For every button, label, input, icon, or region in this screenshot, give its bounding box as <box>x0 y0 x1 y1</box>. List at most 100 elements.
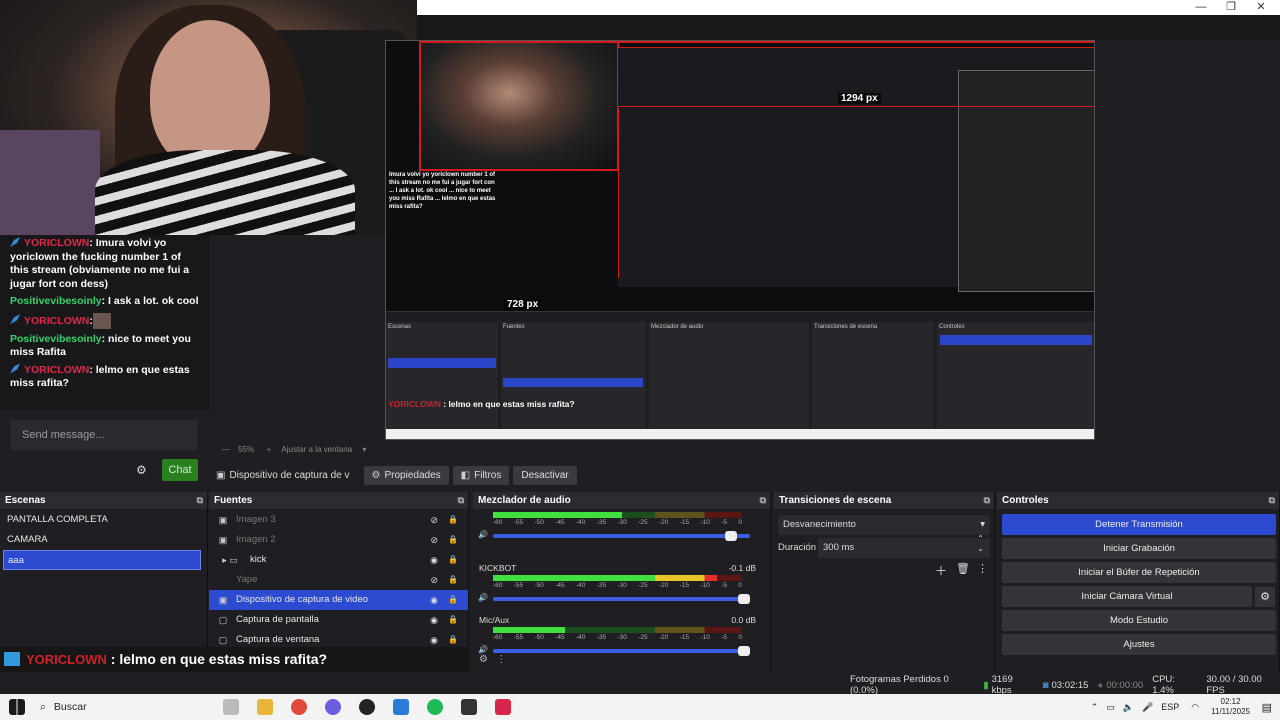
visibility-icon[interactable]: ◉ <box>430 590 438 610</box>
dock-float-icon[interactable]: ⧉ <box>458 492 464 509</box>
mixer-settings-icon[interactable]: ⚙ ⋮ <box>479 654 506 665</box>
control-button[interactable]: Iniciar Grabación <box>1002 538 1276 559</box>
source-item[interactable]: ▣ Dispositivo de captura de video ◉ 🔒 <box>209 590 468 610</box>
spotify-icon[interactable] <box>427 699 443 715</box>
clock-time: 02:12 <box>1220 697 1241 706</box>
close-button[interactable]: ✕ <box>1246 0 1276 15</box>
menu-strip <box>417 15 1280 40</box>
chat-username[interactable]: YORICLOWN <box>24 364 89 376</box>
meter-tick: -55 <box>513 634 524 641</box>
mic-icon[interactable]: 🎤 <box>1142 702 1153 713</box>
meter-tick: -50 <box>534 634 544 641</box>
clock[interactable]: 02:12 11/11/2025 <box>1211 697 1250 717</box>
chat-message-input[interactable]: Send message... <box>10 420 198 450</box>
volume-knob[interactable] <box>738 594 750 604</box>
zoom-out-icon[interactable]: — <box>222 445 230 454</box>
lock-icon[interactable]: 🔒 <box>448 570 458 590</box>
duration-input[interactable]: 300 ms ⌃ ⌄ <box>818 534 990 558</box>
minimize-button[interactable]: — <box>1186 0 1216 15</box>
control-button[interactable]: Iniciar Cámara Virtual <box>1002 586 1252 607</box>
source-item[interactable]: ▢ Captura de pantalla ◉ 🔒 <box>209 610 468 630</box>
dock-float-icon[interactable]: ⧉ <box>760 492 766 509</box>
control-button[interactable]: Detener Transmisión <box>1002 514 1276 535</box>
discord-icon[interactable] <box>325 699 341 715</box>
lock-icon[interactable]: 🔒 <box>448 510 458 530</box>
mixer-dock: Mezclador de audio ⧉ -60 -55 -50 -45 -40 -35 -3… <box>473 492 771 672</box>
chat-send-button[interactable]: Chat <box>162 459 198 481</box>
dock-float-icon[interactable]: ⧉ <box>1269 492 1275 509</box>
scene-item[interactable]: aaa <box>3 550 201 570</box>
visibility-icon[interactable]: ◉ <box>430 610 438 630</box>
chat-username[interactable]: YORICLOWN <box>24 237 89 249</box>
visibility-icon[interactable]: ⊘ <box>430 530 438 550</box>
selected-source-name: Dispositivo de captura de v <box>229 469 350 481</box>
lock-icon[interactable]: 🔒 <box>448 590 458 610</box>
trash-icon[interactable]: 🗑 <box>956 562 970 575</box>
meter-tick: -35 <box>596 582 607 589</box>
volume-knob[interactable] <box>725 531 738 541</box>
control-button[interactable]: Iniciar el Búfer de Repetición <box>1002 562 1276 583</box>
spinner-icon[interactable]: ⌃ ⌄ <box>977 534 984 554</box>
speaker-icon[interactable]: 🔊 <box>478 593 488 602</box>
chat-username[interactable]: Positivevibesoinly <box>10 333 102 345</box>
network-icon[interactable]: ▭ <box>1106 702 1115 713</box>
zoom-in-icon[interactable]: + <box>266 445 271 454</box>
chat-username[interactable]: YORICLOWN <box>24 314 89 326</box>
source-item[interactable]: ▣ Imagen 2 ⊘ 🔒 <box>209 530 468 550</box>
obs-preview[interactable]: 1294 px 728 px Imura volvi yo yoriclown … <box>385 40 1095 440</box>
add-transition-icon[interactable]: ＋ <box>935 562 947 579</box>
deactivate-button[interactable]: Desactivar <box>513 465 577 485</box>
task-view-icon[interactable] <box>223 699 239 715</box>
volume-slider[interactable] <box>493 646 750 656</box>
filters-button[interactable]: ◧ Filtros <box>452 465 510 485</box>
notifications-icon[interactable]: ▤ <box>1262 701 1272 714</box>
taskbar-search[interactable]: ⌕ Buscar <box>34 696 214 718</box>
chat-settings-icon[interactable]: ⚙ <box>136 463 147 477</box>
windows-start-icon[interactable] <box>9 699 25 715</box>
transition-select[interactable]: Desvanecimiento ▾ <box>778 515 990 535</box>
control-button[interactable]: Modo Estudio <box>1002 610 1276 631</box>
clock-date: 11/11/2025 <box>1211 707 1250 716</box>
dock-float-icon[interactable]: ⧉ <box>197 492 203 509</box>
properties-button[interactable]: ⚙ Propiedades <box>363 465 449 485</box>
zoom-fit-select[interactable]: Ajustar a la ventana <box>281 445 352 454</box>
source-name: kick <box>250 554 267 565</box>
wifi-icon[interactable]: ◠ <box>1191 702 1199 713</box>
source-item[interactable]: Yape ⊘ 🔒 <box>209 570 468 590</box>
obs-icon[interactable] <box>359 699 375 715</box>
lock-icon[interactable]: 🔒 <box>448 530 458 550</box>
control-button[interactable]: Ajustes <box>1002 634 1276 655</box>
source-item[interactable]: ▣ Imagen 3 ⊘ 🔒 <box>209 510 468 530</box>
photos-icon[interactable] <box>393 699 409 715</box>
tray-chevron-icon[interactable]: ⌃ <box>1091 702 1099 713</box>
more-icon[interactable]: ⋮ <box>977 562 988 575</box>
scene-item[interactable]: CAMARA <box>0 530 207 550</box>
source-item[interactable]: ▸ ▭ kick ◉ 🔒 <box>209 550 468 570</box>
caption-overlay: YORICLOWN : lelmo en que estas miss rafi… <box>0 647 470 672</box>
scene-item[interactable]: PANTALLA COMPLETA <box>0 510 207 530</box>
file-explorer-icon[interactable] <box>257 699 273 715</box>
preview-sources: Fuentes <box>501 322 646 430</box>
language-indicator[interactable]: ESP <box>1161 702 1179 712</box>
volume-slider[interactable] <box>493 531 750 541</box>
lock-icon[interactable]: 🔒 <box>448 610 458 630</box>
dock-float-icon[interactable]: ⧉ <box>984 492 990 509</box>
capcut-icon[interactable] <box>461 699 477 715</box>
visibility-icon[interactable]: ⊘ <box>430 510 438 530</box>
chat-username[interactable]: Positivevibesoinly <box>10 295 102 307</box>
chevron-down-icon[interactable]: ▾ <box>362 445 366 454</box>
preview-controls: Controles <box>937 322 1094 430</box>
meter-tick: -45 <box>555 582 565 589</box>
app-icon[interactable] <box>495 699 511 715</box>
visibility-icon[interactable]: ◉ <box>430 550 438 570</box>
speaker-icon[interactable]: 🔊 <box>478 645 488 654</box>
volume-icon[interactable]: 🔈 <box>1123 702 1134 713</box>
virtual-camera-gear-icon[interactable]: ⚙ <box>1255 587 1275 607</box>
restore-button[interactable]: ❐ <box>1216 0 1246 15</box>
speaker-icon[interactable]: 🔊 <box>478 530 488 539</box>
chrome-icon[interactable] <box>291 699 307 715</box>
lock-icon[interactable]: 🔒 <box>448 550 458 570</box>
volume-knob[interactable] <box>738 646 750 656</box>
volume-slider[interactable] <box>493 594 750 604</box>
visibility-icon[interactable]: ⊘ <box>430 570 438 590</box>
